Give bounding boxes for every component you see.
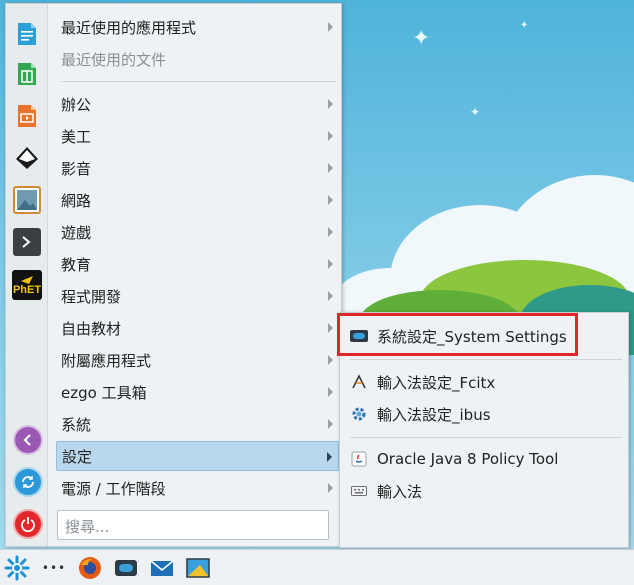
chevron-right-icon (328, 259, 333, 269)
menu-item-label: 附屬應用程式 (61, 351, 152, 370)
system-settings-icon[interactable] (113, 555, 139, 581)
submenu-item-fcitx[interactable]: 輸入法設定_Fcitx (340, 367, 628, 397)
libreoffice-impress-icon[interactable] (13, 102, 41, 130)
submenu-item-system-settings[interactable]: 系統設定_System Settings (340, 321, 628, 351)
menu-item-education[interactable]: 教育 (56, 249, 339, 279)
chevron-right-icon (328, 22, 333, 32)
menu-item-graphics[interactable]: 美工 (56, 121, 339, 151)
keyboard-icon (350, 482, 368, 500)
taskbar: ••• (0, 549, 634, 585)
menu-item-office[interactable]: 辦公 (56, 89, 339, 119)
submenu-item-label: 系統設定_System Settings (377, 327, 567, 346)
more-icon[interactable]: ••• (41, 555, 67, 581)
submenu-item-ibus[interactable]: 輸入法設定_ibus (340, 399, 628, 429)
chevron-right-icon (328, 195, 333, 205)
menu-item-power-session[interactable]: 電源 / 工作階段 (56, 473, 339, 503)
menu-item-label: 系統 (61, 415, 92, 434)
phet-icon[interactable]: PhET (12, 270, 42, 300)
menu-item-label: ezgo 工具箱 (61, 383, 147, 402)
menu-item-label: 遊戲 (61, 223, 92, 242)
menu-item-label: 辦公 (61, 95, 92, 114)
submenu-item-label: 輸入法設定_Fcitx (377, 373, 496, 392)
chevron-right-icon (327, 452, 332, 462)
submenu-separator (350, 437, 622, 438)
menu-item-accessories[interactable]: 附屬應用程式 (56, 345, 339, 375)
menu-item-settings[interactable]: 設定 (56, 441, 339, 471)
more-label: ••• (41, 561, 67, 575)
chevron-right-icon (328, 291, 333, 301)
menu-item-development[interactable]: 程式開發 (56, 281, 339, 311)
chevron-right-icon (328, 131, 333, 141)
menu-item-label: 設定 (62, 447, 93, 466)
menu-item-label: 教育 (61, 255, 92, 274)
terminal-icon[interactable] (13, 228, 41, 256)
system-settings-icon (350, 327, 368, 345)
menu-item-free-materials[interactable]: 自由教材 (56, 313, 339, 343)
submenu-item-label: 輸入法 (377, 482, 423, 501)
favorites-column: PhET (6, 4, 48, 546)
mail-icon[interactable] (149, 555, 175, 581)
application-launcher-icon[interactable] (4, 555, 30, 581)
menu-item-label: 最近使用的應用程式 (61, 18, 197, 37)
switch-user-icon[interactable] (13, 467, 43, 497)
menu-item-multimedia[interactable]: 影音 (56, 153, 339, 183)
logout-icon[interactable] (13, 425, 43, 455)
submenu-item-label: Oracle Java 8 Policy Tool (377, 450, 559, 468)
search-input[interactable]: 搜尋... (57, 510, 329, 540)
chevron-right-icon (328, 419, 333, 429)
chevron-right-icon (328, 387, 333, 397)
submenu-item-label: 輸入法設定_ibus (377, 405, 491, 424)
star-decoration: ✦ (412, 26, 431, 51)
menu-item-label: 最近使用的文件 (61, 50, 167, 69)
chevron-right-icon (328, 483, 333, 493)
menu-item-label: 網路 (61, 191, 92, 210)
libreoffice-calc-icon[interactable] (13, 60, 41, 88)
ibus-gear-icon (350, 405, 368, 423)
chevron-right-icon (328, 99, 333, 109)
screenshot-icon[interactable] (185, 555, 211, 581)
menu-item-internet[interactable]: 網路 (56, 185, 339, 215)
menu-item-label: 美工 (61, 127, 92, 146)
star-decoration: ✦ (470, 105, 481, 119)
menu-item-ezgo-toolbox[interactable]: ezgo 工具箱 (56, 377, 339, 407)
image-viewer-icon[interactable] (13, 186, 41, 214)
firefox-icon[interactable] (77, 555, 103, 581)
menu-item-label: 程式開發 (61, 287, 122, 306)
fcitx-icon (350, 373, 368, 391)
submenu-item-input-method[interactable]: 輸入法 (340, 476, 628, 506)
menu-item-games[interactable]: 遊戲 (56, 217, 339, 247)
menu-separator (61, 81, 336, 82)
power-icon[interactable] (13, 509, 43, 539)
settings-submenu: 系統設定_System Settings 輸入法設定_Fcitx 輸入法設定_i… (339, 312, 629, 548)
chevron-right-icon (328, 227, 333, 237)
menu-item-label: 電源 / 工作階段 (61, 479, 166, 498)
menu-item-label: 影音 (61, 159, 92, 178)
menu-item-system[interactable]: 系統 (56, 409, 339, 439)
star-decoration: ✦ (520, 20, 529, 31)
menu-item-label: 自由教材 (61, 319, 122, 338)
submenu-item-java-policy[interactable]: Oracle Java 8 Policy Tool (340, 444, 628, 474)
chevron-right-icon (328, 355, 333, 365)
menu-item-recent-apps[interactable]: 最近使用的應用程式 (56, 12, 339, 42)
application-menu: PhET 最近使用的應用程式 最近使用的文件 辦公 美工 影音 網路 遊戲 教育… (5, 3, 342, 547)
chevron-right-icon (328, 163, 333, 173)
inkscape-icon[interactable] (13, 144, 41, 172)
chevron-right-icon (328, 323, 333, 333)
java-icon (350, 450, 368, 468)
phet-label: PhET (12, 283, 42, 296)
submenu-separator (350, 359, 622, 360)
menu-item-recent-docs: 最近使用的文件 (56, 44, 339, 74)
search-placeholder: 搜尋... (65, 518, 110, 536)
libreoffice-writer-icon[interactable] (13, 20, 41, 48)
